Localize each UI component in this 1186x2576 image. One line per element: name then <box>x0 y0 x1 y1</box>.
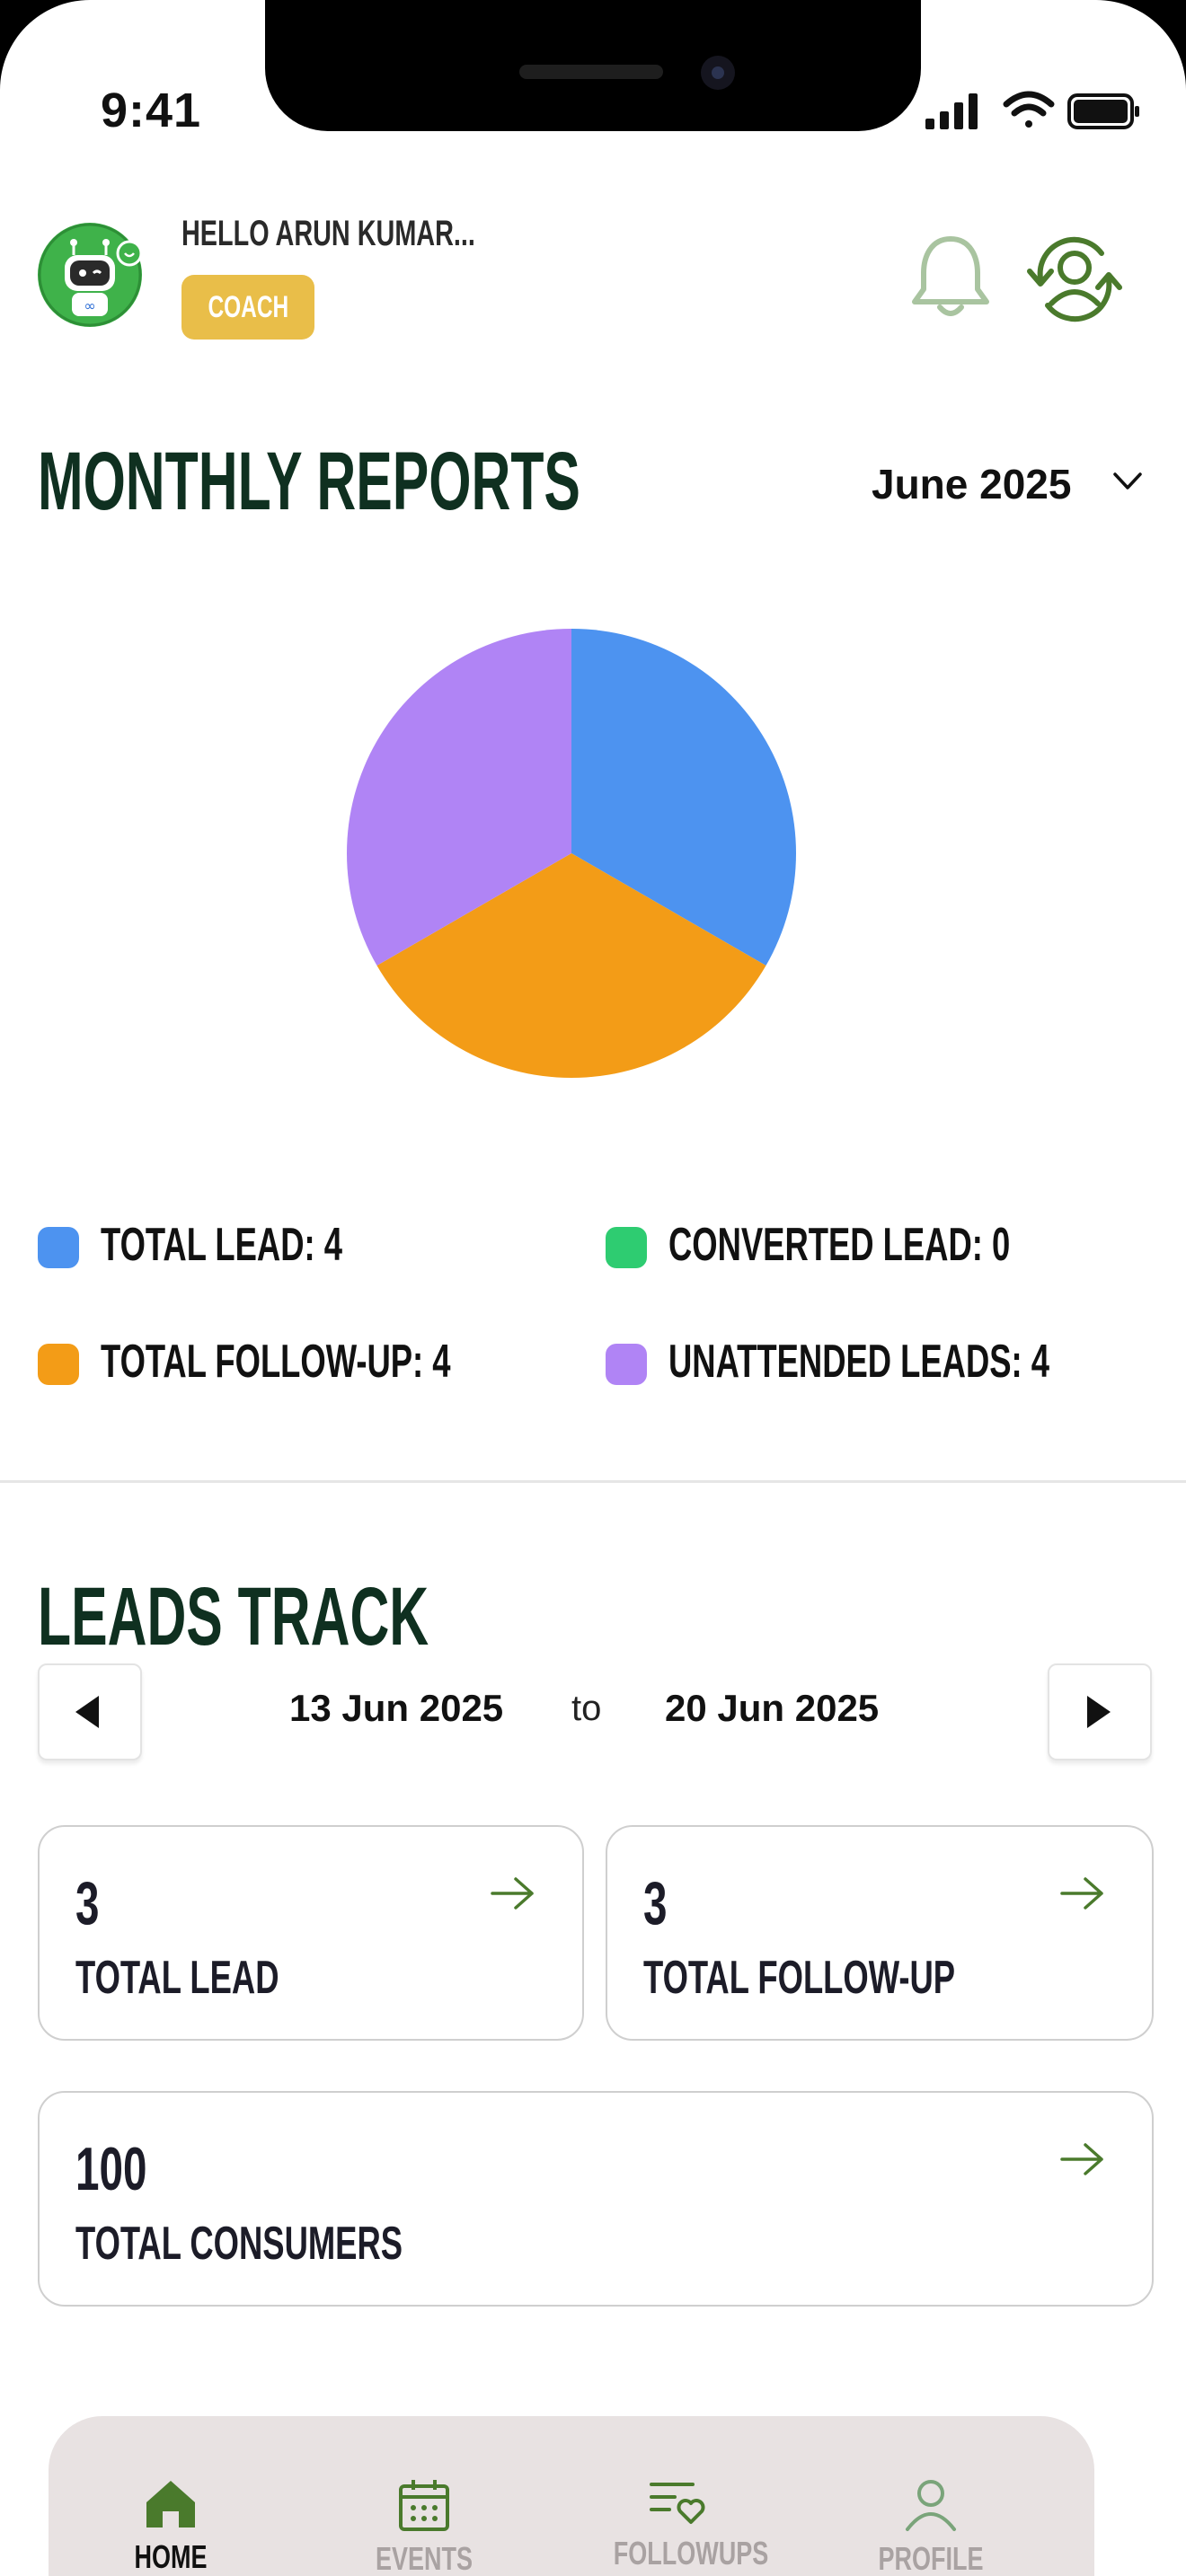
total-follow-up-card[interactable]: 3 TOTAL FOLLOW-UP <box>606 1825 1154 2041</box>
total-lead-card[interactable]: 3 TOTAL LEAD <box>38 1825 584 2041</box>
card-value: 100 <box>75 2135 147 2203</box>
previous-week-button[interactable] <box>38 1663 142 1760</box>
legend-converted-lead: CONVERTED LEAD: 0 <box>606 1218 1145 1272</box>
chevron-down-icon <box>1113 472 1142 490</box>
end-date: 20 Jun 2025 <box>665 1687 880 1729</box>
date-separator: to <box>571 1689 602 1728</box>
card-value: 3 <box>75 1869 100 1937</box>
app-screen: 9:41 ∞ HELLO ARUN KUMAR... COACH MONTHLY… <box>0 0 1186 2576</box>
triangle-left-icon <box>75 1696 99 1728</box>
avatar[interactable]: ∞ <box>38 223 143 327</box>
card-label: TOTAL LEAD <box>75 1952 279 2004</box>
device-notch <box>265 0 921 131</box>
followups-icon <box>650 2483 705 2524</box>
tab-label: PROFILE <box>878 2540 984 2576</box>
speaker-grille <box>519 65 663 79</box>
legend-total-lead: TOTAL LEAD: 4 <box>38 1218 559 1272</box>
svg-text:∞: ∞ <box>84 297 95 314</box>
tab-home[interactable]: HOME <box>81 2477 261 2576</box>
role-badge-label: COACH <box>208 290 288 324</box>
legend-label: TOTAL LEAD: 4 <box>101 1219 342 1271</box>
card-value: 3 <box>643 1869 668 1937</box>
legend-label: TOTAL FOLLOW-UP: 4 <box>101 1336 451 1388</box>
leads-track-title: LEADS TRACK <box>38 1571 429 1663</box>
monthly-pie-chart <box>347 629 796 1078</box>
triangle-right-icon <box>1087 1696 1111 1728</box>
arrow-right-icon <box>1060 2143 1103 2175</box>
arrow-right-icon <box>1060 1877 1103 1910</box>
front-camera <box>701 56 735 90</box>
month-select-value: June 2025 <box>872 461 1072 507</box>
monthly-reports-title: MONTHLY REPORTS <box>38 436 580 527</box>
calendar-icon <box>399 2480 449 2531</box>
switch-user-icon[interactable] <box>1024 232 1125 327</box>
total-consumers-card[interactable]: 100 TOTAL CONSUMERS <box>38 2091 1154 2307</box>
arrow-right-icon <box>491 1877 534 1910</box>
month-select[interactable]: June 2025 <box>872 454 1150 514</box>
legend-swatch <box>606 1344 647 1385</box>
legend-swatch <box>606 1227 647 1268</box>
bot-avatar-icon: ∞ <box>38 223 143 327</box>
home-icon <box>146 2481 195 2527</box>
card-label: TOTAL CONSUMERS <box>75 2218 403 2270</box>
next-week-button[interactable] <box>1048 1663 1152 1760</box>
status-time: 9:41 <box>101 84 202 137</box>
start-date: 13 Jun 2025 <box>289 1687 504 1729</box>
legend-unattended-leads: UNATTENDED LEADS: 4 <box>606 1335 1145 1389</box>
status-icons <box>925 91 1139 129</box>
tab-followups[interactable]: FOLLOWUPS <box>588 2477 769 2572</box>
legend-total-follow-up: TOTAL FOLLOW-UP: 4 <box>38 1335 559 1389</box>
legend-swatch <box>38 1227 79 1268</box>
tab-label: EVENTS <box>375 2540 474 2576</box>
tab-label: HOME <box>134 2538 208 2575</box>
tab-profile[interactable]: PROFILE <box>841 2477 1021 2576</box>
role-badge: COACH <box>181 275 314 340</box>
bottom-navigation: HOME EVENTS FOLLOWUPS PROFILE <box>49 2416 1094 2576</box>
bell-icon[interactable] <box>907 232 994 323</box>
signal-icon <box>925 93 978 129</box>
tab-label: FOLLOWUPS <box>613 2535 769 2572</box>
card-label: TOTAL FOLLOW-UP <box>643 1952 956 2004</box>
section-divider <box>0 1480 1186 1483</box>
wifi-icon <box>1003 91 1055 128</box>
legend-swatch <box>38 1344 79 1385</box>
profile-icon <box>906 2480 956 2531</box>
legend-label: UNATTENDED LEADS: 4 <box>668 1336 1050 1388</box>
battery-icon <box>1067 93 1139 129</box>
tab-events[interactable]: EVENTS <box>334 2477 514 2576</box>
greeting-text: HELLO ARUN KUMAR... <box>181 214 475 253</box>
legend-label: CONVERTED LEAD: 0 <box>668 1219 1011 1271</box>
